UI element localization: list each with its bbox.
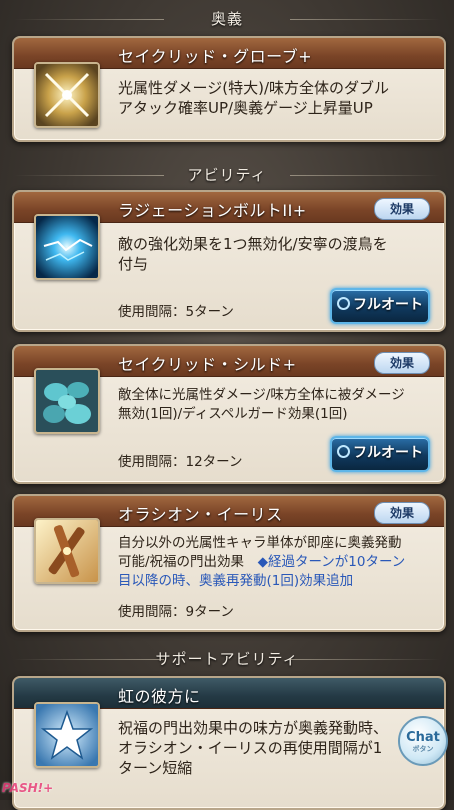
section-heading-ougi: 奥義 — [0, 8, 454, 29]
ability-2-desc-line2: 無効(1回)/ディスペルガード効果(1回) — [118, 406, 348, 422]
ability-2-desc-line1: 敵全体に光属性ダメージ/味方全体に被ダメージ — [118, 387, 405, 403]
section-heading-support: サポートアビリティ — [0, 648, 454, 669]
ability-3-desc-line2a: 可能/祝福の門出効果 — [118, 554, 258, 570]
ability-3-description: 自分以外の光属性キャラ単体が即座に奥義発動 可能/祝福の門出効果 ◆経過ターンが… — [118, 534, 436, 591]
crossed-swords-gold-icon — [34, 518, 100, 584]
ability-2-description: 敵全体に光属性ダメージ/味方全体に被ダメージ 無効(1回)/ディスペルガード効果… — [118, 386, 436, 424]
ougi-card: セイクリッド・グローブ+ 光属性ダメージ(特大)/味方全体のダブル アタック確率… — [12, 36, 446, 142]
chat-label: Chat — [406, 730, 440, 745]
ability-2-effect-button[interactable]: 効果 — [374, 352, 430, 374]
ability-3-desc-line2b: ◆経過ターンが10ターン — [257, 554, 406, 570]
ougi-title: セイクリッド・グローブ+ — [118, 47, 313, 66]
ability-1-cooldown: 使用間隔：5ターン — [118, 304, 234, 320]
ability-3-desc-line3: 目以降の時、奥義再発動(1回)効果追加 — [118, 573, 354, 589]
ability-3-effect-button[interactable]: 効果 — [374, 502, 430, 524]
lightning-burst-icon — [34, 214, 100, 280]
ability-card-2[interactable]: セイクリッド・シルド+ 効果 敵全体に光属性ダメージ/味方全体に被ダメージ 無効… — [12, 344, 446, 484]
ability-2-fullauto-button[interactable]: フルオート — [330, 436, 430, 472]
star-icon — [34, 702, 100, 768]
chat-button[interactable]: Chat ボタン — [398, 716, 448, 766]
ability-3-title: オラシオン・イーリス — [118, 505, 283, 524]
ability-2-cooldown: 使用間隔：12ターン — [118, 454, 243, 470]
toggle-dot-icon — [337, 445, 350, 458]
crossed-swords-icon — [34, 62, 100, 128]
toggle-dot-icon — [337, 297, 350, 310]
support-desc-line3: ターン短縮 — [118, 759, 193, 777]
support-title: 虹の彼方に — [118, 687, 201, 706]
ability-1-desc-line1: 敵の強化効果を1つ無効化/安寧の渡鳥を — [118, 235, 388, 253]
watermark-logo: PASH!+ — [2, 781, 54, 795]
chat-sublabel: ボタン — [412, 745, 434, 753]
ability-1-title: ラジェーションボルトII+ — [118, 201, 307, 220]
support-desc-line2: オラシオン・イーリスの再使用間隔が1 — [118, 739, 383, 757]
ougi-desc-line2: アタック確率UP/奥義ゲージ上昇量UP — [118, 99, 373, 117]
ability-card-3[interactable]: オラシオン・イーリス 効果 自分以外の光属性キャラ単体が即座に奥義発動 可能/祝… — [12, 494, 446, 632]
ability-3-desc-line2: 可能/祝福の門出効果 ◆経過ターンが10ターン — [118, 553, 436, 572]
ability-3-desc-line1: 自分以外の光属性キャラ単体が即座に奥義発動 — [118, 535, 402, 551]
ougi-desc-line1: 光属性ダメージ(特大)/味方全体のダブル — [118, 79, 390, 97]
ability-card-1[interactable]: ラジェーションボルトII+ 効果 敵の強化効果を1つ無効化/安寧の渡鳥を 付与 … — [12, 190, 446, 332]
ability-1-description: 敵の強化効果を1つ無効化/安寧の渡鳥を 付与 — [118, 234, 436, 274]
ability-1-effect-button[interactable]: 効果 — [374, 198, 430, 220]
ability-1-fullauto-label: フルオート — [353, 297, 423, 313]
ability-3-cooldown: 使用間隔：9ターン — [118, 604, 234, 620]
ability-2-fullauto-label: フルオート — [353, 445, 423, 461]
support-desc-line1: 祝福の門出効果中の味方が奥義発動時、 — [118, 719, 389, 737]
support-description: 祝福の門出効果中の味方が奥義発動時、 オラシオン・イーリスの再使用間隔が1 ター… — [118, 718, 436, 778]
ability-1-desc-line2: 付与 — [118, 255, 149, 273]
ability-1-fullauto-button[interactable]: フルオート — [330, 288, 430, 324]
support-card: 虹の彼方に 祝福の門出効果中の味方が奥義発動時、 オラシオン・イーリスの再使用間… — [12, 676, 446, 810]
stones-icon — [34, 368, 100, 434]
section-heading-ability: アビリティ — [0, 164, 454, 185]
ability-2-title: セイクリッド・シルド+ — [118, 355, 297, 374]
ougi-description: 光属性ダメージ(特大)/味方全体のダブル アタック確率UP/奥義ゲージ上昇量UP — [118, 78, 436, 118]
